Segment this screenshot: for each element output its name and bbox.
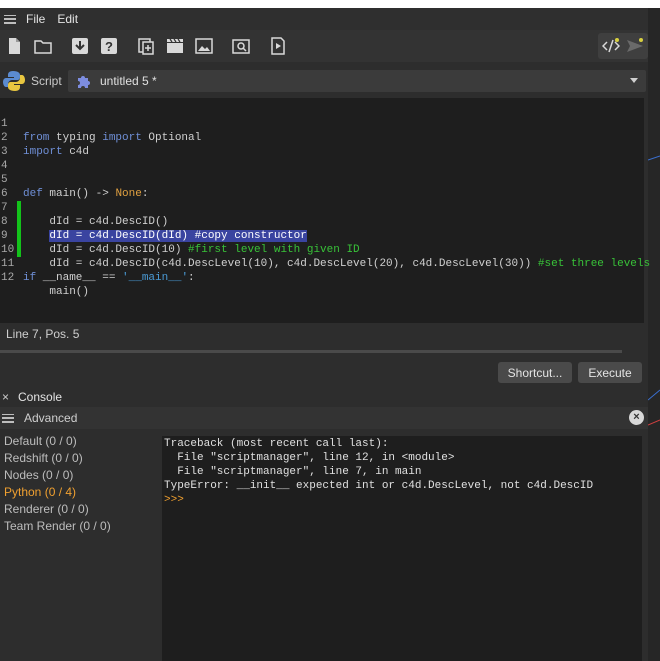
- code-line: 9 dId = c4d.DescID(c4d.DescLevel(10), c4…: [0, 215, 650, 270]
- source-item-python[interactable]: Python (0 / 4): [0, 484, 160, 501]
- execute-button[interactable]: Execute: [578, 362, 642, 383]
- folder-search-icon[interactable]: [230, 35, 252, 57]
- menu-hamburger-icon[interactable]: [4, 14, 16, 24]
- code-text: if __name__ == '__main__':: [23, 272, 195, 284]
- code-icon[interactable]: [600, 35, 622, 57]
- image-icon[interactable]: [193, 35, 215, 57]
- source-item-default[interactable]: Default (0 / 0): [0, 433, 160, 450]
- console-panel-label: Advanced: [24, 411, 78, 425]
- code-editor[interactable]: 1 from typing import Optional 2 import c…: [0, 98, 650, 323]
- console-menu-icon[interactable]: [2, 413, 14, 423]
- background-edge-decor: [648, 155, 660, 426]
- code-line: 8 dId = c4d.DescID(10) #first level with…: [0, 201, 644, 256]
- line-number: 12: [1, 272, 15, 284]
- source-item-team-render[interactable]: Team Render (0 / 0): [0, 518, 160, 535]
- cursor-position: Line 7, Pos. 5: [0, 323, 644, 345]
- output-line: Traceback (most recent call last):: [164, 438, 389, 450]
- output-line: File "scriptmanager", line 7, in main: [164, 466, 422, 478]
- console-tab[interactable]: × Console: [0, 388, 648, 406]
- console-tab-label: Console: [18, 390, 63, 404]
- script-dropdown[interactable]: untitled 5 *: [68, 70, 646, 92]
- menu-edit[interactable]: Edit: [57, 12, 78, 26]
- download-icon[interactable]: [69, 35, 91, 57]
- code-line: 6 dId = c4d.DescID(): [0, 173, 644, 228]
- code-line: 4: [0, 145, 644, 172]
- output-line: TypeError: __init__ expected int or c4d.…: [164, 480, 594, 492]
- console-source-list: Default (0 / 0) Redshift (0 / 0) Nodes (…: [0, 433, 160, 535]
- code-line: 1 from typing import Optional: [0, 103, 644, 144]
- menu-bar: File Edit: [0, 8, 648, 30]
- console-header: Advanced ×: [0, 407, 648, 429]
- code-line: 5 def main() -> None:: [0, 159, 644, 200]
- chevron-down-icon: [630, 78, 638, 83]
- horizontal-scrollbar[interactable]: [0, 350, 622, 353]
- puzzle-icon: [78, 76, 90, 88]
- script-bar: Script untitled 5 *: [0, 68, 648, 94]
- play-icon[interactable]: [267, 35, 289, 57]
- toolbar: ?: [0, 30, 648, 62]
- send-icon[interactable]: [624, 35, 646, 57]
- console-prompt[interactable]: >>>: [164, 493, 640, 507]
- new-file-icon[interactable]: [3, 35, 25, 57]
- close-icon[interactable]: ×: [2, 390, 9, 404]
- code-line: 10: [0, 229, 644, 256]
- add-script-icon[interactable]: [135, 35, 157, 57]
- code-line: 11 if __name__ == '__main__':: [0, 243, 644, 284]
- code-line: 2 import c4d: [0, 117, 644, 158]
- script-name: untitled 5 *: [100, 74, 157, 88]
- menu-file[interactable]: File: [26, 12, 45, 26]
- source-item-redshift[interactable]: Redshift (0 / 0): [0, 450, 160, 467]
- toolbar-right-group: [598, 33, 648, 59]
- console-output[interactable]: Traceback (most recent call last): File …: [162, 436, 642, 661]
- code-line: 3: [0, 131, 644, 158]
- help-icon[interactable]: ?: [98, 35, 120, 57]
- code-line: 12 main(): [0, 257, 644, 298]
- script-label: Script: [31, 74, 62, 88]
- code-text: main(): [23, 286, 90, 298]
- open-folder-icon[interactable]: [32, 35, 54, 57]
- output-line: File "scriptmanager", line 12, in <modul…: [164, 452, 455, 464]
- code-line: 7 dId = c4d.DescID(dId) #copy constructo…: [0, 187, 644, 242]
- python-logo-icon: [3, 71, 25, 91]
- top-strip: [0, 0, 660, 8]
- clapper-icon[interactable]: [164, 35, 186, 57]
- source-item-nodes[interactable]: Nodes (0 / 0): [0, 467, 160, 484]
- clear-console-icon[interactable]: ×: [629, 410, 644, 425]
- source-item-renderer[interactable]: Renderer (0 / 0): [0, 501, 160, 518]
- svg-text:?: ?: [105, 39, 113, 54]
- shortcut-button[interactable]: Shortcut...: [498, 362, 572, 383]
